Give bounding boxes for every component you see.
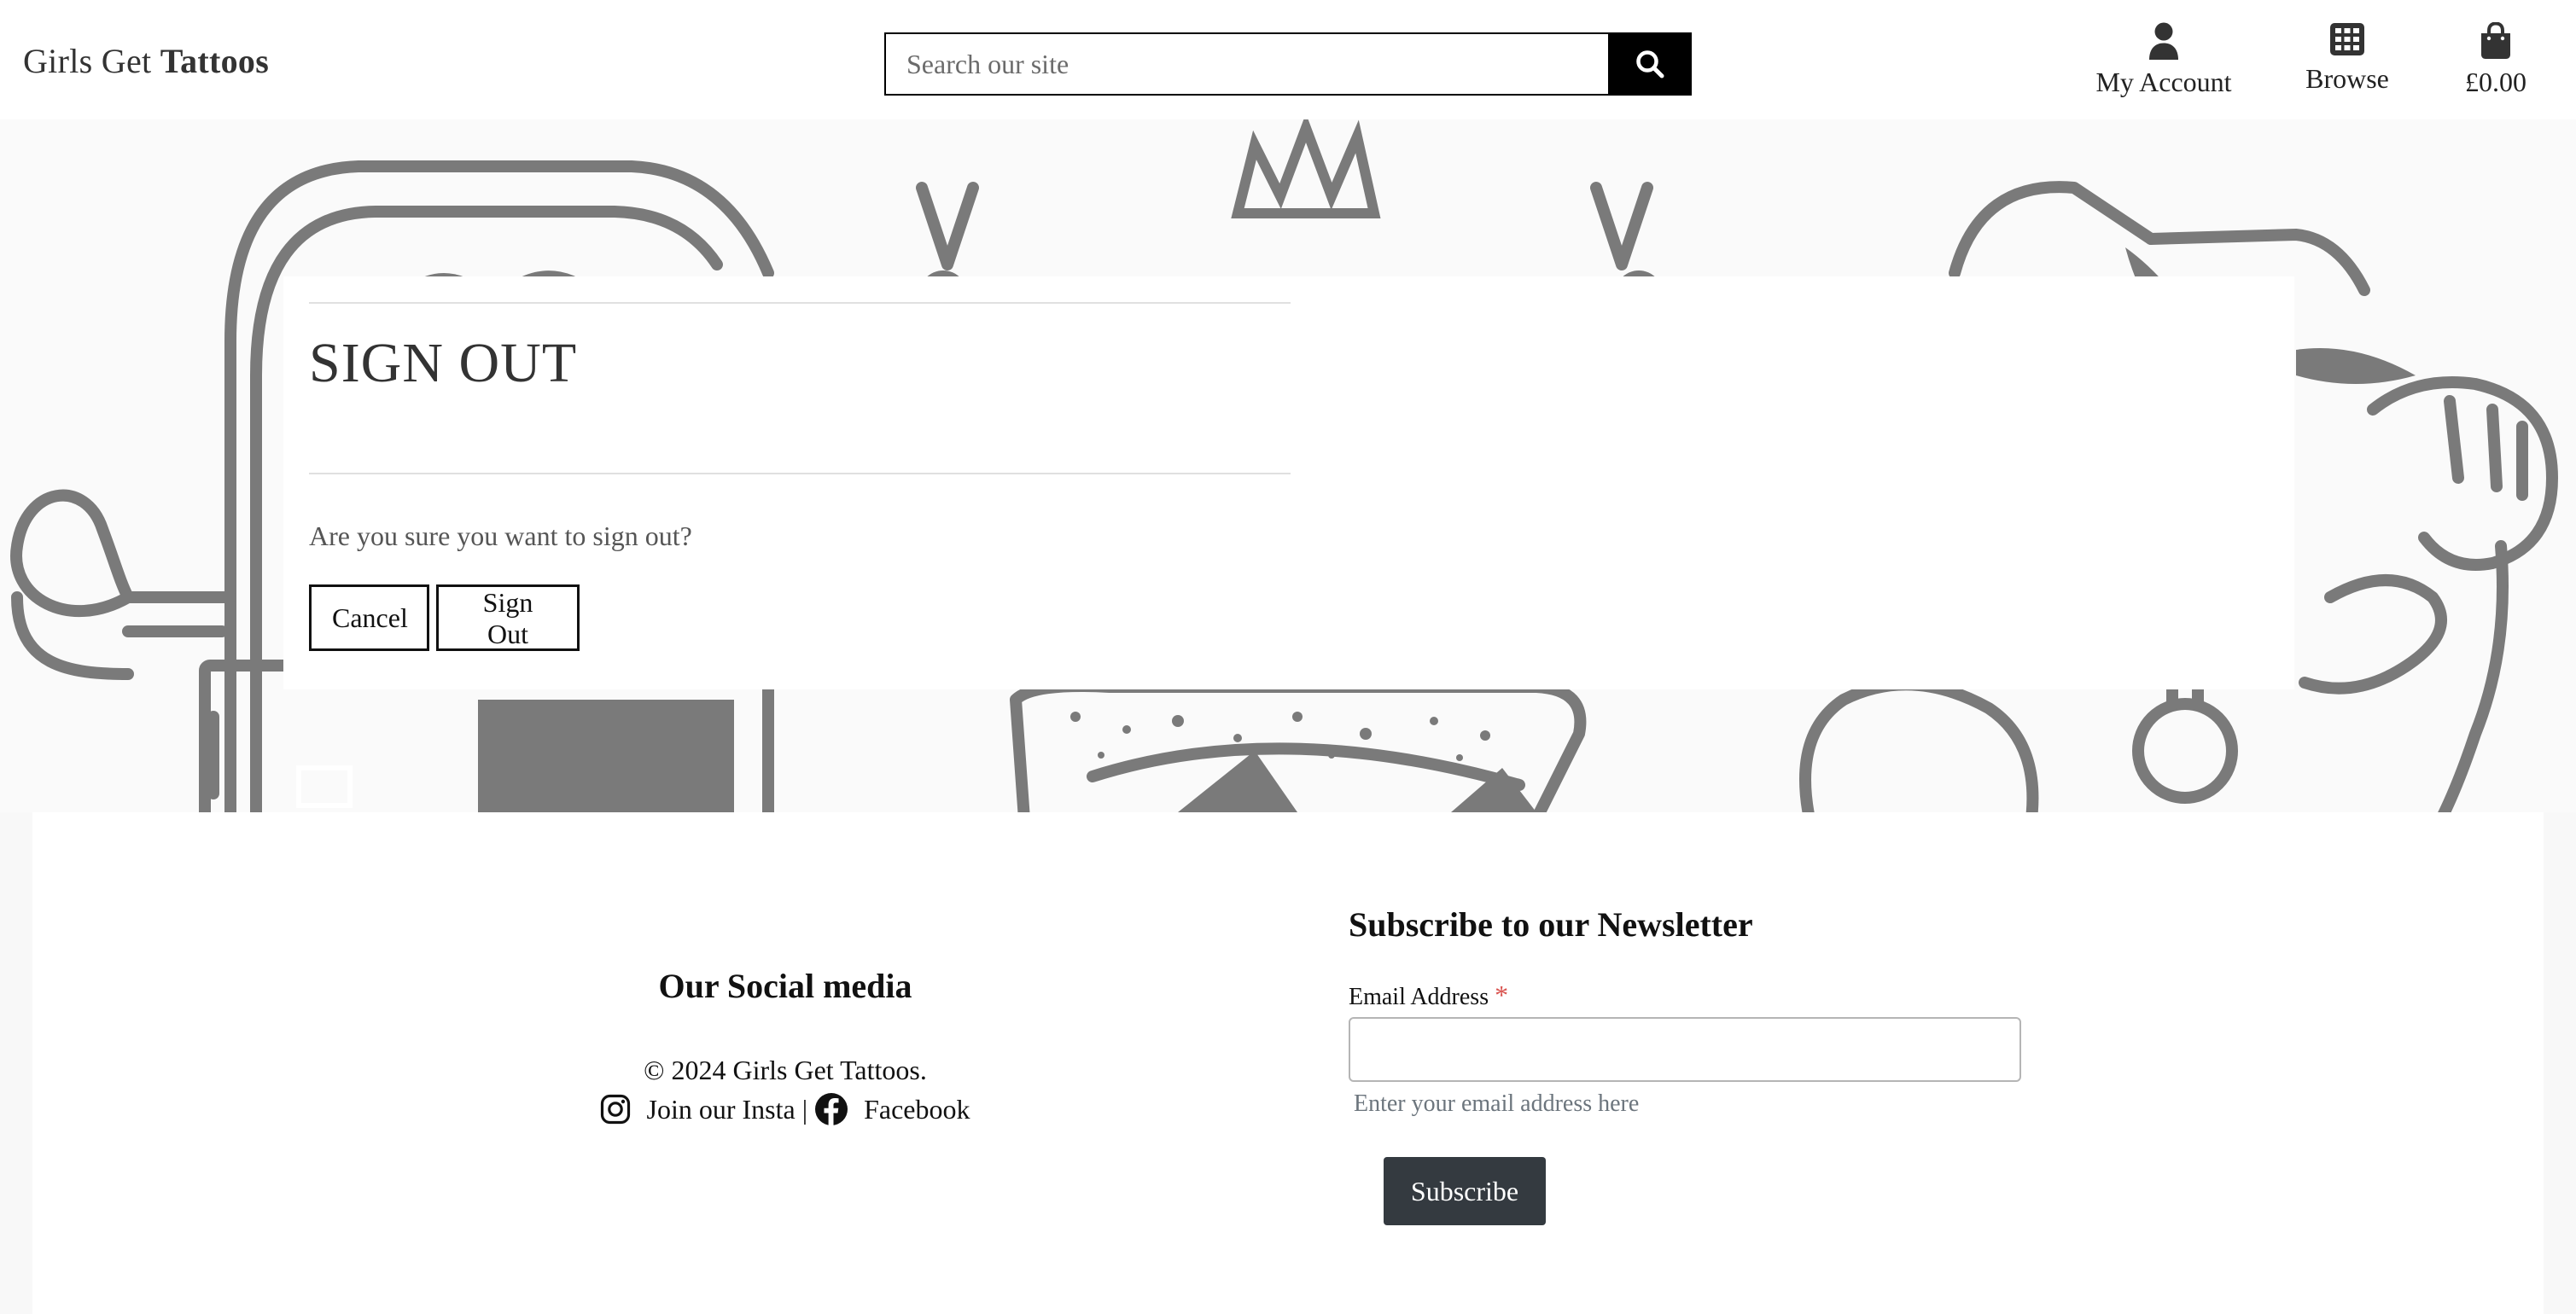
- page-title: SIGN OUT: [309, 332, 578, 394]
- nav-my-account[interactable]: My Account: [2091, 22, 2236, 98]
- search-button[interactable]: [1608, 32, 1692, 96]
- email-label: Email Address *: [1349, 980, 1508, 1011]
- required-marker: *: [1495, 980, 1509, 1010]
- site-header: Girls Get Tattoos My Account Browse: [0, 0, 2576, 119]
- bag-total: £0.00: [2465, 67, 2526, 97]
- copyright-text: © 2024 Girls Get Tattoos.: [644, 1055, 927, 1085]
- search-icon: [1636, 50, 1664, 78]
- brand-logo[interactable]: Girls Get Tattoos: [23, 41, 269, 81]
- social-media-heading: Our Social media: [658, 967, 912, 1005]
- user-icon: [2149, 22, 2178, 60]
- facebook-label: Facebook: [864, 1093, 970, 1125]
- sign-out-button[interactable]: Sign Out: [436, 584, 580, 651]
- brand-name-light: Girls Get: [23, 42, 152, 80]
- email-field[interactable]: [1349, 1017, 2021, 1082]
- newsletter-heading: Subscribe to our Newsletter: [1349, 905, 1753, 944]
- subscribe-button[interactable]: Subscribe: [1384, 1157, 1546, 1225]
- hero-section: SIGN OUT Are you sure you want to sign o…: [0, 119, 2576, 812]
- facebook-icon: [815, 1093, 848, 1125]
- email-help-text: Enter your email address here: [1354, 1090, 1640, 1117]
- nav-shopping-bag[interactable]: £0.00: [2451, 22, 2540, 98]
- facebook-link[interactable]: Facebook: [814, 1092, 970, 1126]
- search-input[interactable]: [884, 32, 1608, 96]
- cancel-button[interactable]: Cancel: [309, 584, 429, 651]
- sign-out-confirmation: Are you sure you want to sign out?: [309, 520, 692, 551]
- divider: [309, 473, 1291, 474]
- sign-out-card: SIGN OUT Are you sure you want to sign o…: [283, 276, 2294, 689]
- email-label-text: Email Address: [1349, 984, 1489, 1010]
- sign-out-actions: Cancel Sign Out: [309, 584, 580, 651]
- browse-label: Browse: [2305, 63, 2389, 94]
- instagram-icon: [601, 1094, 631, 1125]
- shopping-bag-icon: [2481, 22, 2510, 59]
- divider: [309, 302, 1291, 304]
- brand-name-bold: Tattoos: [160, 42, 270, 80]
- instagram-link[interactable]: Join our Insta: [600, 1093, 796, 1125]
- search-form: [884, 32, 1692, 96]
- instagram-label: Join our Insta: [646, 1093, 796, 1125]
- my-account-label: My Account: [2095, 67, 2232, 97]
- site-footer: Our Social media © 2024 Girls Get Tattoo…: [32, 812, 2544, 1314]
- nav-browse[interactable]: Browse: [2296, 22, 2398, 95]
- grid-icon: [2330, 23, 2364, 55]
- social-links: Join our Insta | Facebook: [32, 1092, 1538, 1126]
- link-separator: |: [801, 1093, 808, 1125]
